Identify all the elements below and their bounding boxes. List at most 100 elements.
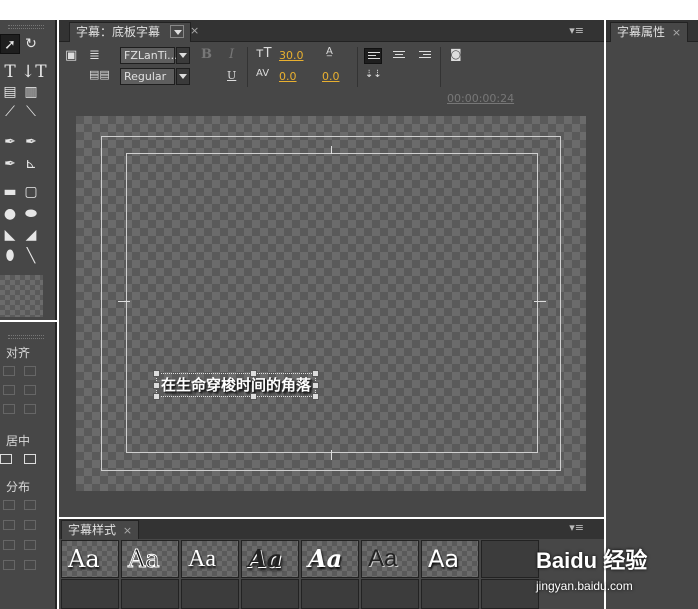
add-anchor-tool-icon[interactable]: ✒	[0, 154, 20, 174]
close-tab-icon[interactable]: ×	[672, 26, 681, 39]
underline-button[interactable]: U	[227, 69, 236, 82]
rectangle-tool-icon[interactable]: ▬	[0, 182, 20, 202]
distribute-left-icon[interactable]	[3, 500, 15, 510]
show-background-video-icon[interactable]: ◙	[450, 47, 462, 61]
vertical-area-type-tool-icon[interactable]: ▥	[21, 82, 41, 102]
align-top-icon[interactable]	[3, 385, 15, 395]
watermark-url: jingyan.baidu.com	[536, 579, 633, 593]
resize-handle[interactable]	[250, 370, 257, 377]
panel-grip[interactable]	[8, 335, 44, 339]
align-bottom-icon[interactable]	[3, 404, 15, 414]
title-canvas[interactable]: 在生命穿梭时间的角落	[76, 116, 586, 491]
tab-stops-icon[interactable]: ⇣⇣	[365, 69, 382, 80]
area-type-tool-icon[interactable]: ▤	[0, 82, 20, 102]
distribute-spacing-icon[interactable]	[24, 520, 36, 530]
style-swatch[interactable]: Aa	[61, 540, 119, 578]
wedge-tool-icon[interactable]: ◣	[0, 225, 20, 245]
font-family-select[interactable]: FZLanTi...	[120, 47, 178, 64]
resize-handle[interactable]	[153, 393, 160, 400]
templates-icon[interactable]: ▤▤	[89, 68, 110, 81]
vertical-type-tool-icon[interactable]: ↓T	[21, 62, 47, 82]
new-title-icon[interactable]: ▣	[65, 48, 77, 63]
close-tab-icon[interactable]: ×	[123, 524, 132, 537]
toolbar-divider	[440, 47, 441, 87]
resize-handle[interactable]	[153, 370, 160, 377]
tab-title-properties[interactable]: 字幕属性 ×	[610, 22, 689, 42]
right-center-marker	[534, 301, 546, 302]
rounded-rectangle-tool-icon[interactable]: ▢	[21, 182, 41, 202]
style-swatch[interactable]: Aa	[241, 540, 299, 578]
roll-crawl-options-icon[interactable]: ≣	[89, 48, 100, 63]
style-swatch-empty[interactable]	[361, 579, 419, 609]
panel-menu-icon[interactable]: ▾≡	[569, 521, 584, 534]
align-middle-icon[interactable]	[24, 385, 36, 395]
distribute-top-icon[interactable]	[3, 540, 15, 550]
style-swatch[interactable]: Aa	[181, 540, 239, 578]
caption-text: 在生命穿梭时间的角落	[161, 376, 312, 394]
line-tool-icon[interactable]: ╲	[21, 246, 41, 266]
resize-handle[interactable]	[312, 393, 320, 400]
distribute-vertical-spacing-icon[interactable]	[24, 560, 36, 570]
path-type-tool-icon[interactable]: ⟋	[0, 102, 20, 122]
rotation-tool-icon[interactable]: ↻	[21, 34, 41, 54]
align-center-text-button[interactable]	[390, 48, 408, 64]
resize-handle[interactable]	[250, 393, 257, 400]
font-style-dropdown-icon[interactable]	[176, 68, 190, 85]
tab-title-styles[interactable]: 字幕样式 ×	[61, 520, 140, 539]
style-swatch[interactable]: Aa	[121, 540, 179, 578]
distribute-right-icon[interactable]	[3, 520, 15, 530]
distribute-center-icon[interactable]	[24, 500, 36, 510]
panel-menu-icon[interactable]: ▾≡	[569, 24, 584, 37]
caption-text-box[interactable]: 在生命穿梭时间的角落	[153, 370, 320, 400]
vertical-path-type-tool-icon[interactable]: ⟍	[21, 102, 41, 122]
style-swatch-empty[interactable]	[421, 579, 479, 609]
align-left-text-button[interactable]	[364, 48, 382, 64]
clipped-rectangle-tool-icon[interactable]: ●	[0, 204, 20, 224]
italic-button[interactable]: I	[229, 47, 234, 62]
font-style-select[interactable]: Regular	[120, 68, 175, 85]
title-dropdown-icon[interactable]	[169, 25, 184, 38]
style-swatch[interactable]: Aa	[361, 540, 419, 578]
resize-handle[interactable]	[312, 382, 320, 389]
delete-anchor-tool-icon[interactable]: ✒	[21, 132, 41, 152]
font-size-value[interactable]: 30.0	[279, 49, 304, 62]
timecode-display[interactable]: 00:00:00:24	[447, 92, 514, 105]
style-swatch-empty[interactable]	[301, 579, 359, 609]
align-right-icon[interactable]	[24, 404, 36, 414]
distribute-middle-icon[interactable]	[24, 540, 36, 550]
style-swatch[interactable]: Aa	[301, 540, 359, 578]
resize-handle[interactable]	[153, 382, 160, 389]
ellipse-tool-icon[interactable]: ⬮	[0, 246, 20, 266]
bold-button[interactable]: B	[201, 47, 212, 62]
tab-title[interactable]: 字幕：底板字幕	[69, 22, 191, 42]
pen-tool-icon[interactable]: ✒	[0, 132, 20, 152]
toolbar-divider	[357, 47, 358, 87]
title-toolbar: ▣ ≣ ▤▤ FZLanTi... Regular B I U ᴛT 30.0 …	[59, 42, 604, 112]
align-right-text-button[interactable]	[416, 48, 434, 64]
kerning-icon: AV	[256, 68, 270, 79]
bottom-center-marker	[331, 450, 332, 460]
style-swatch-empty[interactable]	[241, 579, 299, 609]
center-horizontal-icon[interactable]	[0, 454, 12, 464]
style-swatch-empty[interactable]	[121, 579, 179, 609]
style-swatch[interactable]: Aa	[421, 540, 479, 578]
align-left-icon[interactable]	[3, 366, 15, 376]
distribute-bottom-icon[interactable]	[3, 560, 15, 570]
close-tab-icon[interactable]: ×	[190, 24, 199, 37]
center-label: 居中	[6, 434, 31, 448]
resize-handle[interactable]	[312, 370, 320, 377]
selection-tool-icon[interactable]: ➚	[0, 34, 20, 54]
arc-tool-icon[interactable]: ◢	[21, 225, 41, 245]
rounded-corner-tool-icon[interactable]: ⬬	[21, 204, 41, 224]
font-family-dropdown-icon[interactable]	[176, 47, 190, 64]
convert-anchor-tool-icon[interactable]: ⊾	[21, 154, 41, 174]
leading-value[interactable]: 0.0	[322, 70, 340, 83]
type-tool-icon[interactable]: T	[0, 62, 20, 82]
style-swatch-empty[interactable]	[61, 579, 119, 609]
center-vertical-icon[interactable]	[24, 454, 36, 464]
baidu-logo: Baidu 经验	[536, 548, 648, 573]
panel-grip[interactable]	[8, 25, 44, 29]
style-swatch-empty[interactable]	[181, 579, 239, 609]
kerning-value[interactable]: 0.0	[279, 70, 297, 83]
align-center-icon[interactable]	[24, 366, 36, 376]
